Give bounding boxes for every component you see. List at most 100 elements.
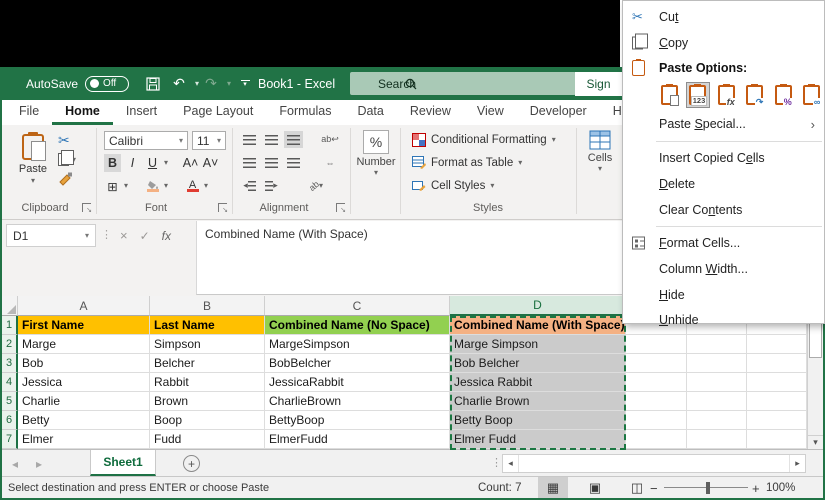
cell[interactable]: Elmer Fudd xyxy=(450,430,626,449)
cell[interactable]: Belcher xyxy=(150,354,265,373)
tab-insert[interactable]: Insert xyxy=(113,100,170,125)
cell[interactable] xyxy=(687,354,747,373)
menu-item-insert-copied-cells[interactable]: Insert Copied Cells xyxy=(623,145,824,171)
zoom-out-button[interactable]: − xyxy=(650,477,658,499)
cell[interactable] xyxy=(626,373,687,392)
cell[interactable] xyxy=(747,430,807,449)
column-header-b[interactable]: B xyxy=(150,296,265,316)
align-center-button[interactable] xyxy=(262,154,281,171)
fill-color-button[interactable] xyxy=(144,177,161,195)
row-header[interactable]: 7 xyxy=(2,430,18,449)
menu-item-hide[interactable]: Hide xyxy=(623,282,824,307)
cell[interactable]: Last Name xyxy=(150,316,265,335)
cell[interactable]: Combined Name (No Space) xyxy=(265,316,450,335)
grow-font-button[interactable]: A˄ xyxy=(182,154,199,172)
row-header[interactable]: 4 xyxy=(2,373,18,392)
menu-item-cut[interactable]: ✂ Cut xyxy=(623,4,824,30)
align-left-button[interactable] xyxy=(240,154,259,171)
tab-review[interactable]: Review xyxy=(397,100,464,125)
cell[interactable]: First Name xyxy=(18,316,150,335)
cell[interactable]: Jessica Rabbit xyxy=(450,373,626,392)
cell[interactable]: Simpson xyxy=(150,335,265,354)
cell[interactable]: Boop xyxy=(150,411,265,430)
clipboard-dialog-launcher-icon[interactable] xyxy=(82,203,91,212)
zoom-in-button[interactable]: + xyxy=(752,477,760,499)
tab-formulas[interactable]: Formulas xyxy=(266,100,344,125)
paste-button[interactable]: Paste ▾ xyxy=(12,131,54,195)
menu-item-paste-special[interactable]: Paste Special... › xyxy=(623,110,824,138)
paste-option-paste[interactable] xyxy=(657,82,682,108)
cell[interactable]: Elmer xyxy=(18,430,150,449)
search-input[interactable]: Search xyxy=(350,72,576,95)
horizontal-scrollbar[interactable]: ◂ ▸ xyxy=(502,454,806,473)
row-header[interactable]: 2 xyxy=(2,335,18,354)
cell[interactable] xyxy=(687,335,747,354)
name-box[interactable]: D1 ▾ xyxy=(6,224,96,247)
autosave-pill[interactable]: Off xyxy=(85,76,129,92)
menu-item-unhide[interactable]: Unhide xyxy=(623,307,824,332)
cell[interactable]: Bob Belcher xyxy=(450,354,626,373)
autosave-toggle[interactable]: AutoSave Off xyxy=(26,67,129,100)
enter-button[interactable]: ✓ xyxy=(140,229,150,243)
borders-button[interactable]: ⊞ xyxy=(104,177,121,195)
sign-in-button[interactable]: Sign xyxy=(575,72,622,96)
cell[interactable]: Betty Boop xyxy=(450,411,626,430)
font-color-button[interactable]: A xyxy=(184,177,201,195)
cell[interactable]: Marge Simpson xyxy=(450,335,626,354)
select-all-corner[interactable] xyxy=(2,296,18,316)
copy-button[interactable]: ▾ xyxy=(58,153,76,166)
cell[interactable]: Combined Name (With Space) xyxy=(450,316,626,335)
tab-page-layout[interactable]: Page Layout xyxy=(170,100,266,125)
cell[interactable] xyxy=(747,335,807,354)
alignment-dialog-launcher-icon[interactable] xyxy=(336,203,345,212)
cell[interactable] xyxy=(747,392,807,411)
paste-option-formulas[interactable]: fx xyxy=(714,82,739,108)
menu-item-column-width[interactable]: Column Width... xyxy=(623,256,824,282)
paste-option-transpose[interactable]: ↷ xyxy=(743,82,768,108)
cell-styles-button[interactable]: Cell Styles ▾ xyxy=(412,179,494,192)
paste-option-formatting[interactable]: % xyxy=(771,82,796,108)
menu-item-delete[interactable]: Delete xyxy=(623,171,824,197)
cell[interactable]: Charlie xyxy=(18,392,150,411)
wrap-text-button[interactable]: ab↩ xyxy=(317,131,343,148)
view-normal-button[interactable]: ▦ xyxy=(538,477,568,499)
tab-view[interactable]: View xyxy=(464,100,517,125)
save-button[interactable] xyxy=(142,67,164,100)
row-header[interactable]: 1 xyxy=(2,316,18,335)
quick-access-customize-button[interactable]: ▾ xyxy=(234,67,256,100)
cell[interactable] xyxy=(687,392,747,411)
sheet-nav-prev-button[interactable]: ◂ xyxy=(12,450,18,477)
sheet-tab-sheet1[interactable]: Sheet1 xyxy=(90,450,156,476)
orientation-button[interactable]: ab▾ xyxy=(303,177,329,194)
scroll-left-arrow[interactable]: ◂ xyxy=(503,455,519,472)
paste-option-values[interactable]: 123 xyxy=(686,82,711,108)
tab-file[interactable]: File xyxy=(6,100,52,125)
tab-home[interactable]: Home xyxy=(52,100,113,125)
tab-developer[interactable]: Developer xyxy=(517,100,600,125)
bold-button[interactable]: B xyxy=(104,154,121,172)
cell[interactable] xyxy=(626,392,687,411)
cell[interactable]: Betty xyxy=(18,411,150,430)
cell[interactable]: JessicaRabbit xyxy=(265,373,450,392)
italic-button[interactable]: I xyxy=(124,154,141,172)
menu-item-copy[interactable]: Copy xyxy=(623,30,824,56)
cell[interactable]: BettyBoop xyxy=(265,411,450,430)
cut-button[interactable]: ✂ xyxy=(58,133,70,147)
zoom-slider-thumb[interactable] xyxy=(706,482,710,494)
merge-center-button[interactable]: ⇔ xyxy=(317,154,343,171)
scroll-down-arrow[interactable]: ▾ xyxy=(808,435,823,449)
align-bottom-button[interactable] xyxy=(284,131,303,148)
cells-button[interactable]: Cells ▾ xyxy=(582,130,618,172)
tab-data[interactable]: Data xyxy=(344,100,396,125)
view-page-layout-button[interactable]: ▣ xyxy=(580,477,610,499)
font-name-select[interactable]: Calibri ▾ xyxy=(104,131,188,150)
cell[interactable]: Brown xyxy=(150,392,265,411)
cell[interactable] xyxy=(687,430,747,449)
cancel-button[interactable]: × xyxy=(120,228,128,243)
cell[interactable]: Fudd xyxy=(150,430,265,449)
cell[interactable] xyxy=(687,373,747,392)
paste-option-link[interactable]: ∞ xyxy=(800,82,825,108)
underline-button[interactable]: U xyxy=(144,154,161,172)
cell[interactable] xyxy=(626,354,687,373)
cell[interactable]: Marge xyxy=(18,335,150,354)
